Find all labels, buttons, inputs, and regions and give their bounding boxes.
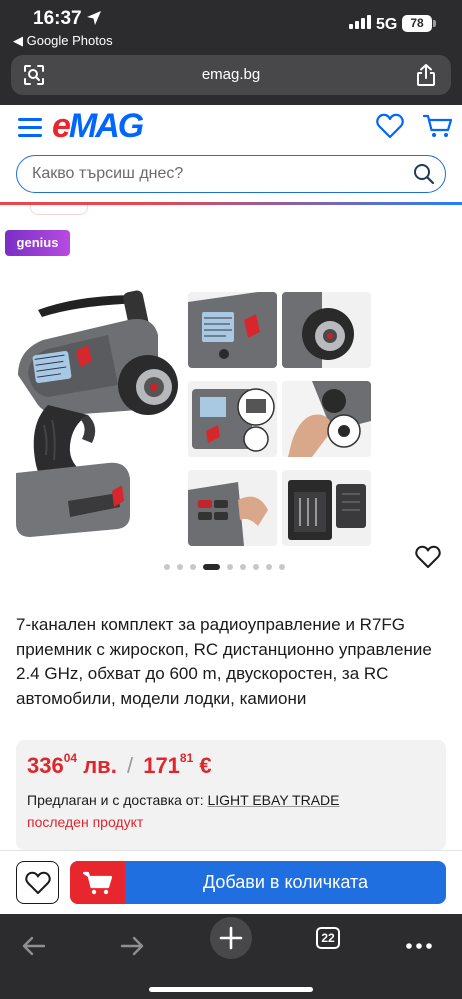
menu-icon[interactable]: [18, 118, 42, 138]
gallery-dot[interactable]: [240, 564, 246, 570]
forward-arrow-icon[interactable]: [110, 924, 154, 968]
new-tab-button[interactable]: [210, 917, 252, 959]
favorite-heart-icon[interactable]: [415, 545, 441, 569]
stock-status: последен продукт: [27, 814, 144, 830]
seller-prefix: Предлаган и с доставка от:: [27, 792, 204, 808]
thumbnail-image: [188, 470, 277, 546]
cart-icon[interactable]: [423, 113, 453, 139]
search-placeholder: Какво търсиш днес?: [32, 165, 184, 182]
more-options-icon[interactable]: [397, 924, 441, 968]
gallery-dot[interactable]: [164, 564, 170, 570]
home-indicator: [149, 987, 313, 992]
add-to-cart-icon-area: [70, 861, 125, 904]
add-to-favorites-button[interactable]: [16, 861, 59, 904]
price-box: 33604 лв. / 17181 € Предлаган и с достав…: [16, 740, 446, 850]
gallery-dot[interactable]: [266, 564, 272, 570]
price-eur-dec: 81: [179, 750, 194, 765]
thumbnail-6[interactable]: [282, 470, 371, 546]
price-eur-currency: €: [199, 753, 212, 778]
battery-icon: 78: [402, 15, 432, 32]
back-to-app-link[interactable]: ◀ Google Photos: [13, 33, 113, 49]
header-divider-tab: [30, 205, 88, 215]
sticky-buy-bar: Добави в количката: [0, 850, 462, 914]
seller-link[interactable]: LIGHT EBAY TRADE: [207, 792, 339, 808]
cellular-signal-icon: [349, 15, 371, 29]
thumbnail-3[interactable]: [188, 381, 277, 457]
browser-toolbar: 22: [0, 914, 462, 999]
search-input[interactable]: Какво търсиш днес?: [16, 155, 446, 193]
add-to-cart-button[interactable]: Добави в количката: [70, 861, 446, 904]
thumbnail-image: [282, 292, 371, 368]
search-icon[interactable]: [413, 163, 435, 185]
gallery-dot[interactable]: [253, 564, 259, 570]
heart-icon: [25, 871, 51, 894]
price-separator: /: [126, 753, 134, 778]
price-bgn-dec: 04: [63, 750, 78, 765]
thumbnail-image: [188, 292, 277, 368]
add-to-cart-label: Добави в количката: [202, 872, 369, 892]
thumbnail-image: [188, 381, 277, 457]
network-type: 5G: [376, 16, 398, 33]
thumbnail-image: [282, 381, 371, 457]
plus-icon: [219, 926, 243, 950]
gallery-dot[interactable]: [177, 564, 183, 570]
product-main-image[interactable]: [8, 265, 184, 545]
cart-icon: [83, 871, 113, 895]
product-price: 33604 лв. / 17181 €: [27, 750, 212, 779]
gallery-dot[interactable]: [279, 564, 285, 570]
thumbnail-1[interactable]: [188, 292, 277, 368]
price-bgn-currency: лв.: [83, 753, 117, 778]
price-bgn-int: 336: [27, 753, 64, 778]
tabs-button[interactable]: 22: [316, 927, 340, 949]
battery-tip: [433, 20, 436, 27]
status-time: 16:37: [33, 8, 82, 29]
gallery-dot[interactable]: [190, 564, 196, 570]
status-bar: 16:37 ◀ Google Photos 5G 78: [0, 0, 462, 48]
product-title: 7-канален комплект за радиоуправление и …: [16, 615, 432, 708]
seller-info: Предлаган и с доставка от: LIGHT EBAY TR…: [27, 792, 340, 808]
share-icon[interactable]: [415, 63, 437, 87]
back-arrow-icon[interactable]: [12, 924, 56, 968]
gallery-dot[interactable]: [227, 564, 233, 570]
thumbnail-5[interactable]: [188, 470, 277, 546]
emag-logo[interactable]: eMAG: [52, 107, 144, 146]
url-text[interactable]: emag.bg: [11, 66, 451, 83]
address-bar[interactable]: emag.bg: [11, 55, 451, 95]
thumbnail-2[interactable]: [282, 292, 371, 368]
thumbnail-4[interactable]: [282, 381, 371, 457]
genius-badge[interactable]: genius: [5, 230, 70, 256]
browser-chrome: 16:37 ◀ Google Photos 5G 78 emag.bg: [0, 0, 462, 105]
location-arrow-icon: [87, 11, 101, 25]
thumbnail-image: [282, 470, 371, 546]
price-eur-int: 171: [143, 753, 180, 778]
gallery-dot-active[interactable]: [203, 564, 220, 570]
site-header: eMAG Какво търсиш днес?: [0, 105, 462, 215]
favorites-heart-icon[interactable]: [376, 113, 404, 139]
